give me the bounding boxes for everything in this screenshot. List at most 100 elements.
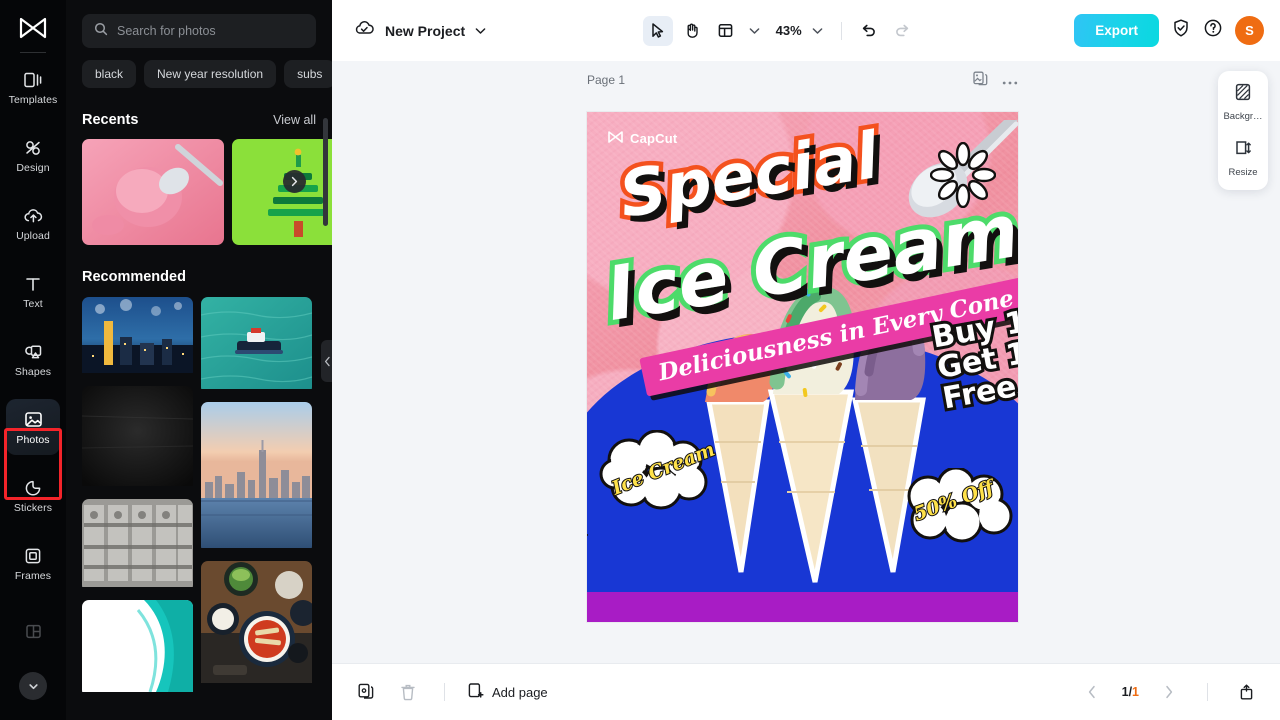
- sidebar-item-text[interactable]: Text: [6, 263, 60, 319]
- select-tool-button[interactable]: [643, 16, 673, 46]
- undo-button[interactable]: [854, 16, 884, 46]
- layout-panel-icon: [717, 22, 734, 39]
- cloud-saved-icon: [354, 19, 375, 42]
- tag-chip[interactable]: New year resolution: [144, 60, 276, 88]
- photo-thumb-teal-swirl[interactable]: [82, 600, 193, 697]
- badge-discount: 50% Off: [900, 468, 1016, 546]
- resize-icon: [1233, 138, 1253, 163]
- tag-chip[interactable]: subs: [284, 60, 332, 88]
- sidebar-item-label: Upload: [16, 231, 50, 242]
- zoom-level-value[interactable]: 43%: [776, 23, 802, 38]
- page-indicator: 1/1: [1122, 685, 1139, 699]
- delete-button[interactable]: [394, 678, 422, 706]
- photos-panel: black New year resolution subs Recents V…: [66, 0, 332, 720]
- sidebar-item-upload[interactable]: Upload: [6, 195, 60, 251]
- pager-divider: [1207, 683, 1208, 701]
- sidebar-item-frames[interactable]: Frames: [6, 535, 60, 591]
- layout-caret-icon[interactable]: [745, 18, 764, 44]
- more-horizontal-icon[interactable]: [1002, 73, 1018, 91]
- right-tool-card: Backgr… Resize: [1218, 71, 1268, 190]
- sidebar-item-label: Design: [16, 163, 49, 174]
- chevron-down-icon: [27, 680, 40, 693]
- search-input[interactable]: [117, 24, 304, 38]
- page-navigation: 1/1: [1078, 678, 1260, 706]
- layout-tool-button[interactable]: [711, 16, 741, 46]
- rail-divider: [20, 52, 46, 53]
- add-page-button[interactable]: Add page: [467, 682, 548, 703]
- search-area: [66, 0, 332, 48]
- recommended-title: Recommended: [82, 269, 186, 285]
- duplicate-button[interactable]: [352, 678, 380, 706]
- capcut-watermark: CapCut: [607, 130, 677, 147]
- sidebar-item-photos[interactable]: Photos: [6, 399, 60, 455]
- background-tool-button[interactable]: Backgr…: [1223, 82, 1262, 122]
- chevron-right-icon: [290, 176, 299, 187]
- undo-icon: [860, 22, 877, 39]
- search-icon: [94, 22, 108, 41]
- page-export-icon: [1238, 683, 1255, 701]
- bottom-divider: [444, 683, 445, 701]
- shapes-icon: [22, 341, 44, 363]
- recent-photo-thumb[interactable]: [232, 139, 332, 245]
- tag-chip[interactable]: black: [82, 60, 136, 88]
- photo-thumb-nyc-skyline[interactable]: [201, 402, 312, 553]
- photo-thumb-stone-carvings[interactable]: [82, 499, 193, 592]
- capcut-watermark-text: CapCut: [630, 131, 677, 146]
- sidebar-item-templates[interactable]: Templates: [6, 59, 60, 115]
- panel-collapse-handle[interactable]: [321, 340, 332, 382]
- search-box[interactable]: [82, 14, 316, 48]
- chevron-left-icon: [324, 356, 331, 367]
- shield-check-icon[interactable]: [1171, 18, 1191, 43]
- design-artboard[interactable]: CapCut Special Ice Cream Experience the …: [587, 112, 1018, 622]
- chevron-down-icon: [475, 22, 486, 40]
- recent-photo-thumb[interactable]: [82, 139, 224, 245]
- capcut-logo-icon: [607, 130, 624, 147]
- offer-text-block: Buy 1 Get 1 Free: [929, 306, 1018, 415]
- export-button[interactable]: Export: [1074, 14, 1159, 47]
- capcut-logo-icon[interactable]: [16, 14, 50, 44]
- help-circle-icon[interactable]: [1203, 18, 1223, 43]
- sidebar-item-label: Templates: [9, 95, 58, 106]
- page-export-button[interactable]: [1232, 678, 1260, 706]
- project-menu[interactable]: New Project: [354, 19, 486, 42]
- zoom-caret-icon[interactable]: [806, 18, 829, 44]
- photo-thumb-chalkboard[interactable]: [82, 386, 193, 491]
- left-rail: Templates Design Upload Text: [0, 0, 66, 720]
- recents-next-button[interactable]: [283, 170, 306, 193]
- tag-list: black New year resolution subs: [66, 48, 332, 88]
- sidebar-item-label: Stickers: [14, 503, 52, 514]
- prev-page-button[interactable]: [1078, 678, 1106, 706]
- bottom-bar: Add page 1/1: [332, 663, 1280, 720]
- sidebar-item-label: Shapes: [15, 367, 51, 378]
- duplicate-page-icon[interactable]: [973, 71, 988, 92]
- redo-button[interactable]: [888, 16, 918, 46]
- sidebar-item-more-partial[interactable]: [6, 603, 60, 659]
- next-page-button[interactable]: [1155, 678, 1183, 706]
- upload-cloud-icon: [22, 205, 44, 227]
- recents-view-all-link[interactable]: View all: [273, 113, 316, 127]
- page-total: 1: [1132, 685, 1139, 699]
- badge-ice-cream: Ice Cream: [599, 430, 717, 516]
- grid-column-left: [82, 297, 193, 697]
- cursor-arrow-icon: [649, 22, 666, 39]
- hand-tool-button[interactable]: [677, 16, 707, 46]
- sidebar-item-shapes[interactable]: Shapes: [6, 331, 60, 387]
- recommended-grid: [66, 285, 332, 697]
- duplicate-icon: [358, 683, 375, 701]
- avatar[interactable]: S: [1235, 16, 1264, 45]
- panel-scrollbar[interactable]: [323, 118, 328, 226]
- sidebar-item-design[interactable]: Design: [6, 127, 60, 183]
- photo-thumb-city-night[interactable]: [82, 297, 193, 378]
- photo-thumb-boat-sea[interactable]: [201, 297, 312, 394]
- resize-tool-button[interactable]: Resize: [1228, 138, 1257, 178]
- templates-icon: [22, 69, 44, 91]
- main-area: New Project 43%: [332, 0, 1280, 720]
- page-current: 1: [1122, 685, 1129, 699]
- rail-expand-button[interactable]: [19, 672, 47, 700]
- sidebar-item-stickers[interactable]: Stickers: [6, 467, 60, 523]
- photo-thumb-korean-food[interactable]: [201, 561, 312, 688]
- photos-icon: [22, 409, 44, 431]
- chevron-left-icon: [1087, 685, 1097, 699]
- background-icon: [1233, 82, 1253, 107]
- right-tool-label: Backgr…: [1223, 111, 1262, 122]
